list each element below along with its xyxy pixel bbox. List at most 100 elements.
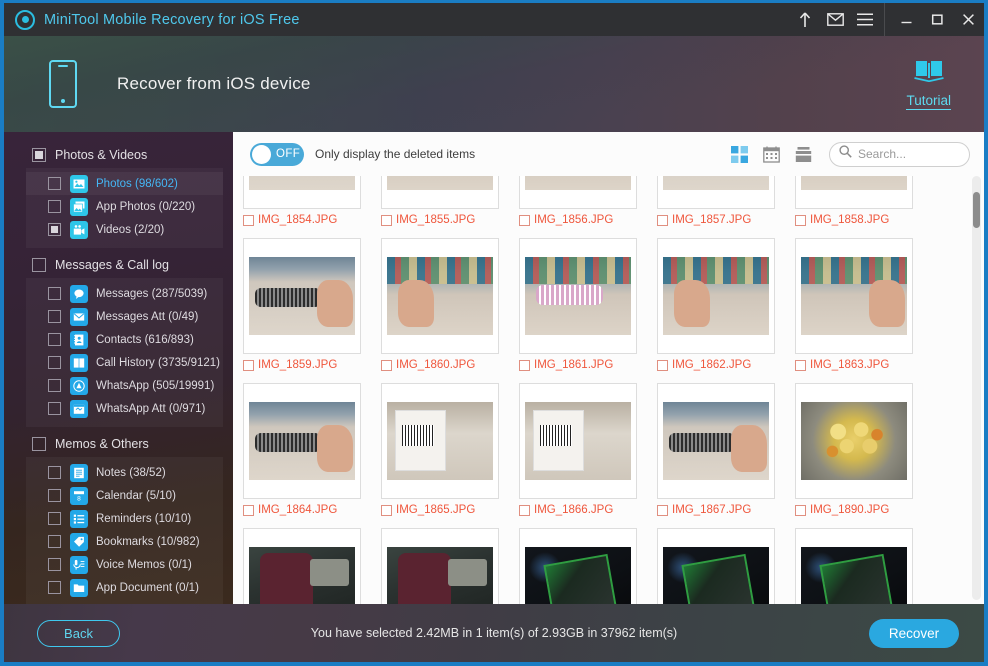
sidebar-item-app-document[interactable]: App Document (0/1) [26,576,223,599]
thumbnail-box[interactable] [795,528,913,604]
search-box[interactable] [829,141,970,167]
thumbnail-box[interactable] [381,238,499,354]
thumbnail-checkbox[interactable] [657,504,668,516]
sidebar-item-videos[interactable]: Videos (2/20) [26,218,223,241]
search-input[interactable] [858,147,960,161]
item-checkbox[interactable] [48,356,61,369]
item-checkbox[interactable] [48,223,61,236]
sidebar-item-voice-memos[interactable]: Voice Memos (0/1) [26,553,223,576]
sidebar-group-header[interactable]: Messages & Call log [4,254,233,278]
item-checkbox[interactable] [48,310,61,323]
sidebar-item-whatsapp[interactable]: WhatsApp (505/19991) [26,374,223,397]
sidebar-item-calendar[interactable]: 8 Calendar (5/10) [26,484,223,507]
tutorial-button[interactable]: Tutorial [906,59,951,110]
sidebar-item-reminders[interactable]: Reminders (10/10) [26,507,223,530]
item-checkbox[interactable] [48,402,61,415]
sidebar-item-app-photos[interactable]: App Photos (0/220) [26,195,223,218]
thumbnail-checkbox[interactable] [381,504,392,516]
menu-icon[interactable] [850,3,880,36]
back-button[interactable]: Back [37,619,120,647]
calendar-view-icon[interactable] [762,145,780,163]
item-checkbox[interactable] [48,535,61,548]
upgrade-arrow-icon[interactable] [790,3,820,36]
thumbnail-cell[interactable]: IMG_1861.JPG [519,238,657,371]
thumbnail-cell[interactable] [519,528,657,604]
thumbnail-cell[interactable]: IMG_1854.JPG [243,176,381,226]
sidebar-item-messages-att[interactable]: Messages Att (0/49) [26,305,223,328]
thumbnail-box[interactable] [657,528,775,604]
thumbnail-cell[interactable]: IMG_1856.JPG [519,176,657,226]
item-checkbox[interactable] [48,379,61,392]
thumbnail-checkbox[interactable] [243,359,254,371]
thumbnail-box[interactable] [795,176,913,209]
thumbnail-box[interactable] [657,176,775,209]
item-checkbox[interactable] [48,466,61,479]
sidebar-item-whatsapp-att[interactable]: WhatsApp Att (0/971) [26,397,223,420]
item-checkbox[interactable] [48,489,61,502]
list-view-icon[interactable] [794,145,812,163]
item-checkbox[interactable] [48,200,61,213]
thumbnail-box[interactable] [795,238,913,354]
thumbnail-cell[interactable] [243,528,381,604]
thumbnail-checkbox[interactable] [795,359,806,371]
minimize-icon[interactable] [891,3,922,36]
sidebar-group-header[interactable]: Memos & Others [4,433,233,457]
thumbnail-cell[interactable]: IMG_1890.JPG [795,383,933,516]
mail-icon[interactable] [820,3,850,36]
thumbnail-box[interactable] [243,176,361,209]
thumbnail-box[interactable] [243,528,361,604]
group-checkbox[interactable] [32,437,46,451]
item-checkbox[interactable] [48,558,61,571]
vertical-scrollbar[interactable] [972,176,981,600]
thumbnail-checkbox[interactable] [795,504,806,516]
thumbnail-cell[interactable]: IMG_1860.JPG [381,238,519,371]
thumbnail-checkbox[interactable] [519,504,530,516]
thumbnail-cell[interactable]: IMG_1866.JPG [519,383,657,516]
thumbnail-box[interactable] [381,383,499,499]
thumbnail-cell[interactable]: IMG_1865.JPG [381,383,519,516]
thumbnail-cell[interactable]: IMG_1867.JPG [657,383,795,516]
close-icon[interactable] [953,3,984,36]
item-checkbox[interactable] [48,287,61,300]
sidebar-item-call-history[interactable]: Call History (3735/9121) [26,351,223,374]
sidebar-item-bookmarks[interactable]: Bookmarks (10/982) [26,530,223,553]
thumbnail-checkbox[interactable] [657,214,668,226]
thumbnail-checkbox[interactable] [519,359,530,371]
thumbnail-checkbox[interactable] [243,214,254,226]
thumbnail-box[interactable] [519,238,637,354]
thumbnail-cell[interactable] [657,528,795,604]
item-checkbox[interactable] [48,177,61,190]
thumbnail-box[interactable] [243,383,361,499]
thumbnail-box[interactable] [381,528,499,604]
thumbnail-checkbox[interactable] [519,214,530,226]
sidebar-item-messages[interactable]: Messages (287/5039) [26,282,223,305]
scrollbar-thumb[interactable] [973,192,980,228]
sidebar-item-notes[interactable]: Notes (38/52) [26,461,223,484]
thumbnail-box[interactable] [795,383,913,499]
thumbnail-box[interactable] [657,383,775,499]
thumbnail-checkbox[interactable] [795,214,806,226]
thumbnail-cell[interactable]: IMG_1864.JPG [243,383,381,516]
item-checkbox[interactable] [48,512,61,525]
thumbnail-cell[interactable]: IMG_1863.JPG [795,238,933,371]
thumbnail-checkbox[interactable] [381,359,392,371]
sidebar-group-header[interactable]: Photos & Videos [4,144,233,168]
thumbnail-cell[interactable]: IMG_1859.JPG [243,238,381,371]
thumbnail-checkbox[interactable] [381,214,392,226]
thumbnail-box[interactable] [381,176,499,209]
thumbnail-cell[interactable] [795,528,933,604]
thumbnail-cell[interactable]: IMG_1858.JPG [795,176,933,226]
group-checkbox[interactable] [32,258,46,272]
item-checkbox[interactable] [48,581,61,594]
thumbnail-checkbox[interactable] [657,359,668,371]
thumbnail-box[interactable] [519,176,637,209]
recover-button[interactable]: Recover [869,618,959,648]
thumbnail-box[interactable] [519,528,637,604]
maximize-icon[interactable] [922,3,953,36]
thumbnail-box[interactable] [243,238,361,354]
thumbnail-cell[interactable]: IMG_1857.JPG [657,176,795,226]
grid-view-icon[interactable] [730,145,748,163]
sidebar-item-photos[interactable]: Photos (98/602) [26,172,223,195]
thumbnail-cell[interactable]: IMG_1862.JPG [657,238,795,371]
thumbnail-box[interactable] [657,238,775,354]
